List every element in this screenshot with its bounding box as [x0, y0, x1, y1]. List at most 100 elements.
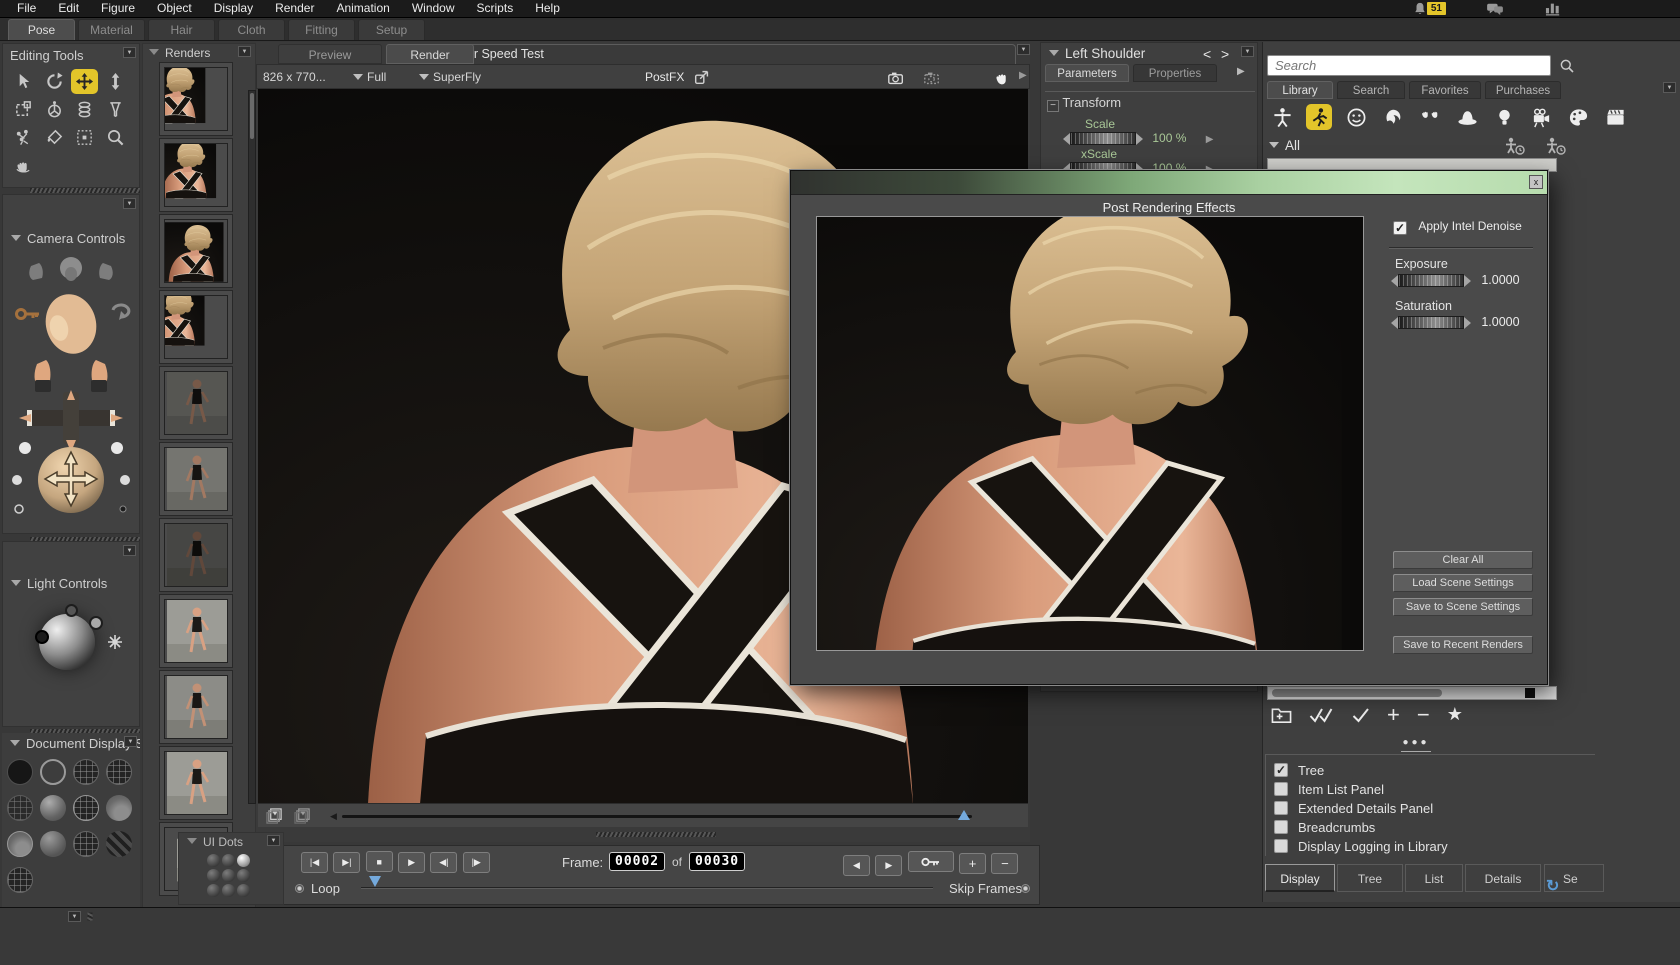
props-category-icon[interactable] — [1454, 104, 1480, 130]
cameras-category-icon[interactable] — [1528, 104, 1554, 130]
extended-details-checkbox[interactable]: ✓ — [1274, 801, 1288, 815]
menu-figure[interactable]: Figure — [90, 0, 146, 17]
remove-icon[interactable]: − — [1417, 708, 1430, 722]
display-style-hidden-line[interactable] — [106, 759, 132, 785]
materials-category-icon[interactable] — [1565, 104, 1591, 130]
favorite-star-icon[interactable]: ★ — [1447, 704, 1463, 725]
menu-help[interactable]: Help — [524, 0, 571, 17]
save-to-scene-settings-button[interactable]: Save to Scene Settings — [1393, 598, 1533, 616]
display-style-lit-wireframe[interactable] — [7, 795, 33, 821]
dial-slider-scale[interactable] — [1070, 132, 1136, 145]
saturation-slider[interactable] — [1398, 316, 1464, 329]
panel-menu-icon[interactable]: ▼ — [123, 545, 136, 556]
tab-purchases[interactable]: Purchases — [1485, 81, 1561, 99]
light-node[interactable] — [35, 630, 49, 644]
figures-category-icon[interactable] — [1269, 104, 1295, 130]
display-style-cartoon[interactable] — [106, 795, 132, 821]
render-thumbnail[interactable] — [159, 366, 233, 440]
panel-splitter[interactable] — [596, 832, 716, 837]
collapse-minus-icon[interactable]: − — [1047, 100, 1059, 112]
collapse-triangle-icon[interactable] — [187, 838, 197, 844]
expressions-category-icon[interactable] — [1343, 104, 1369, 130]
light-ball[interactable] — [39, 614, 95, 670]
postfx-label[interactable]: PostFX — [645, 70, 684, 84]
bottom-tab-details[interactable]: Details — [1465, 864, 1541, 892]
menu-file[interactable]: File — [6, 0, 47, 17]
tab-fitting[interactable]: Fitting — [288, 19, 355, 40]
menu-render[interactable]: Render — [264, 0, 325, 17]
collapse-triangle-icon[interactable] — [149, 49, 159, 55]
collapse-triangle-icon[interactable] — [11, 580, 21, 586]
scrollbar-handle[interactable] — [250, 93, 254, 139]
menu-display[interactable]: Display — [203, 0, 264, 17]
view-magnifier-tool[interactable] — [102, 125, 129, 150]
prev-actor-button[interactable]: < — [1203, 46, 1211, 62]
dial-decrement-icon[interactable] — [1063, 133, 1070, 145]
tab-favorites[interactable]: Favorites — [1409, 81, 1481, 99]
color-tool[interactable] — [41, 125, 68, 150]
dialog-titlebar[interactable]: x — [791, 171, 1547, 195]
tab-setup[interactable]: Setup — [358, 19, 425, 40]
slider-decrement-icon[interactable] — [1391, 317, 1398, 329]
tab-pose[interactable]: Pose — [8, 19, 75, 40]
play-button[interactable]: ▶ — [398, 852, 425, 873]
light-node[interactable] — [89, 616, 103, 630]
double-check-icon[interactable] — [1309, 707, 1335, 723]
menu-animation[interactable]: Animation — [325, 0, 400, 17]
menu-window[interactable]: Window — [401, 0, 466, 17]
light-node[interactable] — [65, 604, 78, 617]
scale-tool[interactable] — [10, 97, 37, 122]
remove-frame-button[interactable]: − — [991, 853, 1018, 874]
export-icon[interactable] — [693, 68, 711, 86]
rotate-tool[interactable] — [41, 69, 68, 94]
stats-icon[interactable] — [1544, 1, 1562, 16]
render-thumbnail[interactable] — [159, 518, 233, 592]
render-thumbnail[interactable] — [159, 594, 233, 668]
translate-tool[interactable] — [71, 69, 98, 94]
next-key-button[interactable]: ▶ — [875, 855, 902, 876]
save-to-recent-renders-button[interactable]: Save to Recent Renders — [1393, 636, 1533, 654]
panel-menu-icon[interactable]: ▼ — [1241, 46, 1254, 57]
render-thumbnail[interactable] — [159, 62, 233, 136]
panel-menu-icon[interactable]: ▼ — [123, 198, 136, 209]
menu-scripts[interactable]: Scripts — [466, 0, 525, 17]
dial-value-scale[interactable]: 100 % — [1152, 131, 1186, 145]
panel-splitter[interactable] — [30, 188, 140, 193]
lights-category-icon[interactable] — [1491, 104, 1517, 130]
ui-dot[interactable] — [237, 869, 250, 882]
load-scene-settings-button[interactable]: Load Scene Settings — [1393, 574, 1533, 592]
ui-dot[interactable] — [222, 869, 235, 882]
render-resolution[interactable]: 826 x 770... — [263, 70, 326, 84]
tab-preview[interactable]: Preview — [278, 44, 382, 64]
bottom-tab-list[interactable]: List — [1405, 864, 1463, 892]
dial-options-icon[interactable]: ▶ — [1206, 134, 1214, 145]
figure-history-icon[interactable] — [1503, 137, 1525, 155]
panel-menu-icon[interactable]: ▼ — [1017, 44, 1030, 55]
next-actor-button[interactable]: > — [1221, 46, 1229, 62]
render-thumbnail[interactable] — [159, 138, 233, 212]
dial-increment-icon[interactable] — [1136, 133, 1143, 145]
panel-menu-icon[interactable]: ▼ — [238, 46, 251, 57]
ui-dot[interactable] — [207, 884, 220, 897]
display-style-texture-shaded[interactable] — [106, 831, 132, 857]
ui-dot[interactable] — [207, 869, 220, 882]
panel-menu-icon[interactable]: ▼ — [1663, 82, 1676, 93]
layers-compare-icon[interactable] — [294, 808, 311, 825]
camera-controls-graphic[interactable] — [9, 252, 133, 514]
selected-actor-label[interactable]: Left Shoulder — [1065, 46, 1145, 61]
close-icon[interactable]: x — [1529, 175, 1543, 189]
current-frame-field[interactable]: 00002 — [609, 852, 665, 871]
display-style-smooth-shaded[interactable] — [7, 831, 33, 857]
library-hscroll-thumb[interactable] — [1272, 689, 1442, 697]
clear-all-button[interactable]: Clear All — [1393, 551, 1533, 569]
panel-options-dots[interactable]: ●●● — [1401, 734, 1431, 752]
tab-library[interactable]: Library — [1267, 81, 1333, 99]
morph-tool[interactable] — [10, 125, 37, 150]
ui-dot[interactable] — [237, 884, 250, 897]
transform-section-header[interactable]: − Transform — [1047, 95, 1121, 112]
exposure-slider[interactable] — [1398, 274, 1464, 287]
saturation-value[interactable]: 1.0000 — [1481, 315, 1519, 329]
prev-key-button[interactable]: ◀ — [843, 855, 870, 876]
display-style-outline[interactable] — [40, 759, 66, 785]
panel-menu-icon[interactable]: ▼ — [267, 835, 280, 846]
